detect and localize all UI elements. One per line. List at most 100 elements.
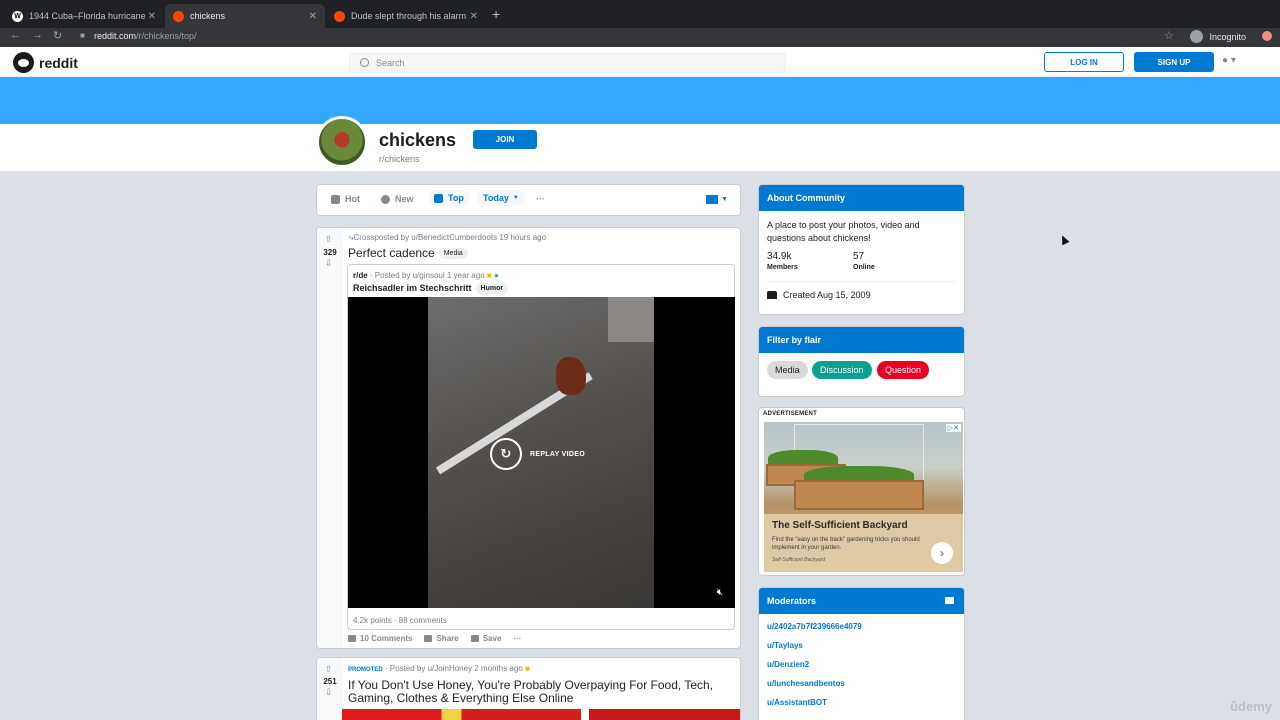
inner-post-title[interactable]: Reichsadler im Stechschritt Humor	[353, 283, 509, 295]
moderator-link[interactable]: u/lunchesandbentos	[767, 679, 845, 688]
upvote-icon[interactable]: ⇧	[325, 664, 333, 675]
inner-subreddit[interactable]: r/de	[353, 271, 368, 280]
comments-label: 10 Comments	[360, 634, 413, 643]
bar-chart-icon	[434, 193, 443, 203]
moderators-card: Moderators u/2402a7b7f239666e4079 u/Tayl…	[758, 587, 965, 720]
reload-icon[interactable]: ↻	[53, 29, 62, 42]
forward-icon[interactable]: →	[32, 29, 43, 41]
flair-discussion[interactable]: Discussion	[812, 361, 872, 379]
video-player[interactable]: ↻ REPLAY VIDEO 🔇︎	[348, 297, 735, 608]
moderator-link[interactable]: u/Denzien2	[767, 660, 809, 669]
chicken-image	[556, 357, 586, 395]
login-button[interactable]: LOG IN	[1044, 52, 1124, 72]
comments-button[interactable]: 10 Comments	[348, 634, 412, 643]
more-options-button[interactable]: ···	[513, 634, 521, 643]
moderator-link[interactable]: u/2402a7b7f239666e4079	[767, 622, 862, 631]
inner-title-text: Reichsadler im Stechschritt	[353, 283, 472, 293]
upvote-icon[interactable]: ⇧	[325, 234, 333, 245]
close-icon[interactable]: ✕	[470, 11, 478, 22]
promoted-meta: PROMOTED · Posted by u/JoinHoney 2 month…	[348, 664, 530, 673]
card-layout-icon	[706, 195, 719, 204]
search-icon	[360, 58, 369, 67]
chevron-down-icon: ▼	[512, 195, 519, 201]
subreddit-path: r/chickens	[379, 154, 420, 164]
profile-icon[interactable]	[1262, 31, 1272, 41]
created-date: Created Aug 15, 2009	[767, 290, 871, 300]
sort-top[interactable]: Top	[428, 190, 470, 206]
incognito-icon	[1190, 30, 1204, 43]
created-text: Created Aug 15, 2009	[783, 290, 871, 300]
raised-bed-image	[794, 480, 924, 510]
downvote-icon[interactable]: ⇩	[325, 687, 333, 698]
promoted-post-title[interactable]: If You Don't Use Honey, You're Probably …	[348, 679, 733, 705]
tab-title: Dude slept through his alarm	[351, 11, 467, 21]
vote-column: ⇧ 251 ⇩	[317, 658, 343, 720]
replay-icon: ↻	[490, 438, 522, 470]
sort-more[interactable]: ···	[536, 194, 545, 204]
award-icon: ■	[486, 271, 492, 280]
flair-media[interactable]: Media	[767, 361, 808, 379]
advertisement-label: ADVERTISEMENT	[763, 411, 817, 417]
mute-icon[interactable]: 🔇︎	[717, 587, 723, 598]
crosspost-meta[interactable]: ⤷Crossposted by u/BenedictCumberdoots 19…	[349, 233, 546, 243]
new-icon	[381, 194, 390, 204]
back-icon[interactable]: ←	[10, 29, 21, 41]
promoted-image[interactable]	[342, 709, 740, 720]
snoo-icon	[13, 52, 34, 73]
search-input[interactable]: Search	[349, 53, 786, 73]
chevron-right-icon[interactable]: ›	[931, 542, 953, 564]
browser-tab-chickens[interactable]: chickens ✕	[165, 4, 325, 28]
url-text[interactable]: reddit.com/r/chickens/top/	[94, 31, 197, 41]
browser-tab-alarm[interactable]: Dude slept through his alarm ✕	[326, 4, 486, 28]
udemy-watermark: ûdemy	[1230, 699, 1272, 714]
save-button[interactable]: Save	[470, 634, 502, 643]
bookmark-icon	[470, 635, 479, 642]
vote-column: ⇧ 329 ⇩	[317, 228, 343, 648]
moderator-link[interactable]: u/AssistantBOT	[767, 698, 827, 707]
sort-hot[interactable]: Hot	[331, 194, 360, 204]
subreddit-header: chickens r/chickens JOIN	[0, 116, 1280, 171]
post-flair[interactable]: Media	[438, 248, 468, 260]
incognito-indicator[interactable]: Incognito	[1190, 30, 1246, 43]
ad-caption: The Self-Sufficient Backyard Find the "e…	[764, 514, 963, 572]
join-button[interactable]: JOIN	[473, 130, 537, 149]
timeframe-dropdown[interactable]: Today ▼	[477, 190, 525, 206]
reddit-logo[interactable]: reddit	[13, 52, 78, 73]
mail-icon[interactable]	[945, 597, 954, 604]
post-score: 251	[323, 677, 337, 686]
user-menu-icon[interactable]: ● ▾	[1222, 55, 1236, 66]
inner-meta-text: · Posted by u/ginsoul 1 year ago	[369, 271, 485, 280]
inner-flair[interactable]: Humor	[475, 283, 509, 295]
save-label: Save	[482, 634, 502, 643]
mouse-cursor	[1058, 233, 1070, 246]
url-host: reddit.com	[94, 31, 137, 41]
award-icon-2: ●	[493, 271, 499, 280]
close-icon[interactable]: ✕	[148, 11, 156, 22]
downvote-icon[interactable]: ⇩	[325, 258, 333, 269]
ad-choices-icon[interactable]: ▷✕	[945, 424, 961, 432]
about-community-card: About Community A place to post your pho…	[758, 184, 965, 315]
signup-button[interactable]: SIGN UP	[1134, 52, 1214, 72]
sort-new[interactable]: New	[381, 194, 414, 204]
subreddit-banner	[0, 77, 1280, 124]
browser-tab-hurricane[interactable]: W 1944 Cuba–Florida hurricane ✕	[4, 4, 164, 28]
bookmark-star-icon[interactable]: ☆	[1164, 29, 1174, 42]
new-tab-icon[interactable]: +	[492, 6, 500, 22]
wikipedia-icon: W	[12, 10, 23, 22]
close-icon[interactable]: ✕	[309, 11, 317, 22]
online-count: 57	[853, 251, 865, 262]
flair-question[interactable]: Question	[877, 361, 930, 379]
inner-post-stats: 4.2k points · 88 comments	[353, 616, 447, 625]
incognito-label: Incognito	[1209, 31, 1246, 42]
ad-image[interactable]: ▷✕ The Self-Sufficient Backyard Find the…	[764, 422, 963, 572]
sort-bar: Hot New Top Today ▼ ··· ▼	[316, 184, 741, 216]
post-title[interactable]: Perfect cadence Media	[348, 246, 468, 260]
layout-switcher[interactable]: ▼	[706, 195, 728, 204]
moderator-link[interactable]: u/Taylays	[767, 641, 803, 650]
share-button[interactable]: Share	[424, 634, 459, 643]
post-score: 329	[323, 248, 337, 257]
chevron-down-icon: ▼	[721, 196, 728, 203]
replay-video-button[interactable]: ↻ REPLAY VIDEO	[490, 438, 585, 470]
sort-top-label: Top	[448, 193, 464, 203]
sort-new-label: New	[395, 194, 414, 204]
